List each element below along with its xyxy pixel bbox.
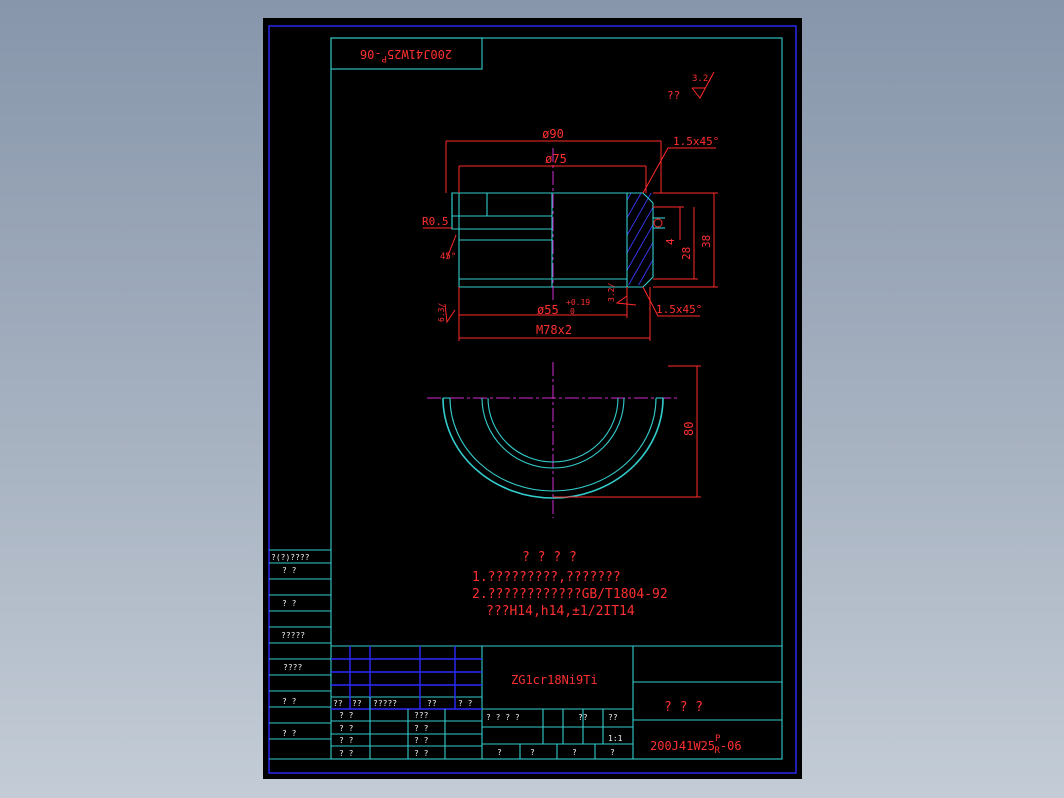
dim-h28: 28 — [680, 247, 693, 260]
tb-label-1: ?? — [333, 699, 343, 708]
dim-thread: M78x2 — [536, 323, 572, 337]
notes-line1: 1.?????????,??????? — [472, 570, 621, 585]
dim-d55-tol-lower: 0 — [570, 307, 575, 316]
tb-row-b-2: ? ? — [414, 724, 429, 733]
tb-sheet-1: ? — [497, 748, 502, 757]
side-row-5: ? ? — [282, 697, 297, 706]
dim-angle45: 45° — [440, 252, 456, 262]
tb-row-a-1: ? ? — [339, 711, 354, 720]
tb-sheet-2: ? — [530, 748, 535, 757]
tb-label-3: ????? — [373, 699, 397, 708]
tb-row-d-1: ? ? — [339, 749, 354, 758]
side-header: ?(?)???? — [271, 553, 310, 562]
roughness-side: 6.3/ — [437, 303, 446, 322]
tb-stage: ? ? ? ? — [486, 713, 520, 722]
cad-drawing-canvas: 200J41W25P-06 ?? 3.2/ ø90 ø75 1.5x45° R0… — [263, 18, 802, 779]
material-label: ZG1cr18Ni9Ti — [511, 673, 598, 687]
tb-row-c-2: ? ? — [414, 736, 429, 745]
notes-line3: ???H14,h14,±1/2IT14 — [486, 604, 635, 619]
tb-label-2: ?? — [352, 699, 362, 708]
tb-scale-label: ?? — [608, 713, 618, 722]
dim-d55-tol-upper: +0.19 — [566, 298, 590, 307]
dim-h80: 80 — [682, 422, 696, 436]
tb-label-4: ?? — [427, 699, 437, 708]
side-row-1: ? ? — [282, 566, 297, 575]
dim-d55: ø55 — [537, 303, 559, 317]
dim-d90: ø90 — [542, 127, 564, 141]
tb-label-5: ? ? — [458, 699, 473, 708]
tb-sheet-3: ? — [572, 748, 577, 757]
notes-line2: 2.????????????GB/T1804-92 — [472, 587, 668, 602]
tb-weight: ?? — [578, 713, 588, 722]
rotated-number-suffix: -06 — [360, 48, 382, 62]
side-row-3: ????? — [281, 631, 305, 640]
notes-title: ? ? ? ? — [522, 550, 577, 565]
svg-text:200J41W25P-06: 200J41W25P-06 — [360, 48, 452, 64]
rotated-number: 200J41W25 — [387, 48, 452, 62]
tb-row-a-2: ??? — [414, 711, 429, 720]
tb-scale: 1:1 — [608, 734, 623, 743]
tb-row-d-2: ? ? — [414, 749, 429, 758]
tb-row-b-1: ? ? — [339, 724, 354, 733]
dim-chamfer-top: 1.5x45° — [673, 135, 719, 148]
dim-d75: ø75 — [545, 152, 567, 166]
side-row-2: ? ? — [282, 599, 297, 608]
side-row-6: ? ? — [282, 729, 297, 738]
side-row-4: ???? — [283, 663, 302, 672]
dim-h38: 38 — [700, 235, 713, 248]
roughness-prefix: ?? — [667, 89, 680, 102]
part-name: ? ? ? — [664, 700, 703, 715]
tb-sheet-4: ? — [610, 748, 615, 757]
dim-h4: 4 — [664, 238, 677, 245]
tb-row-c-1: ? ? — [339, 736, 354, 745]
roughness-bottom: 3.2/ — [607, 283, 616, 302]
dim-r05: R0.5 — [422, 215, 449, 228]
dim-chamfer-bottom: 1.5x45° — [656, 303, 702, 316]
